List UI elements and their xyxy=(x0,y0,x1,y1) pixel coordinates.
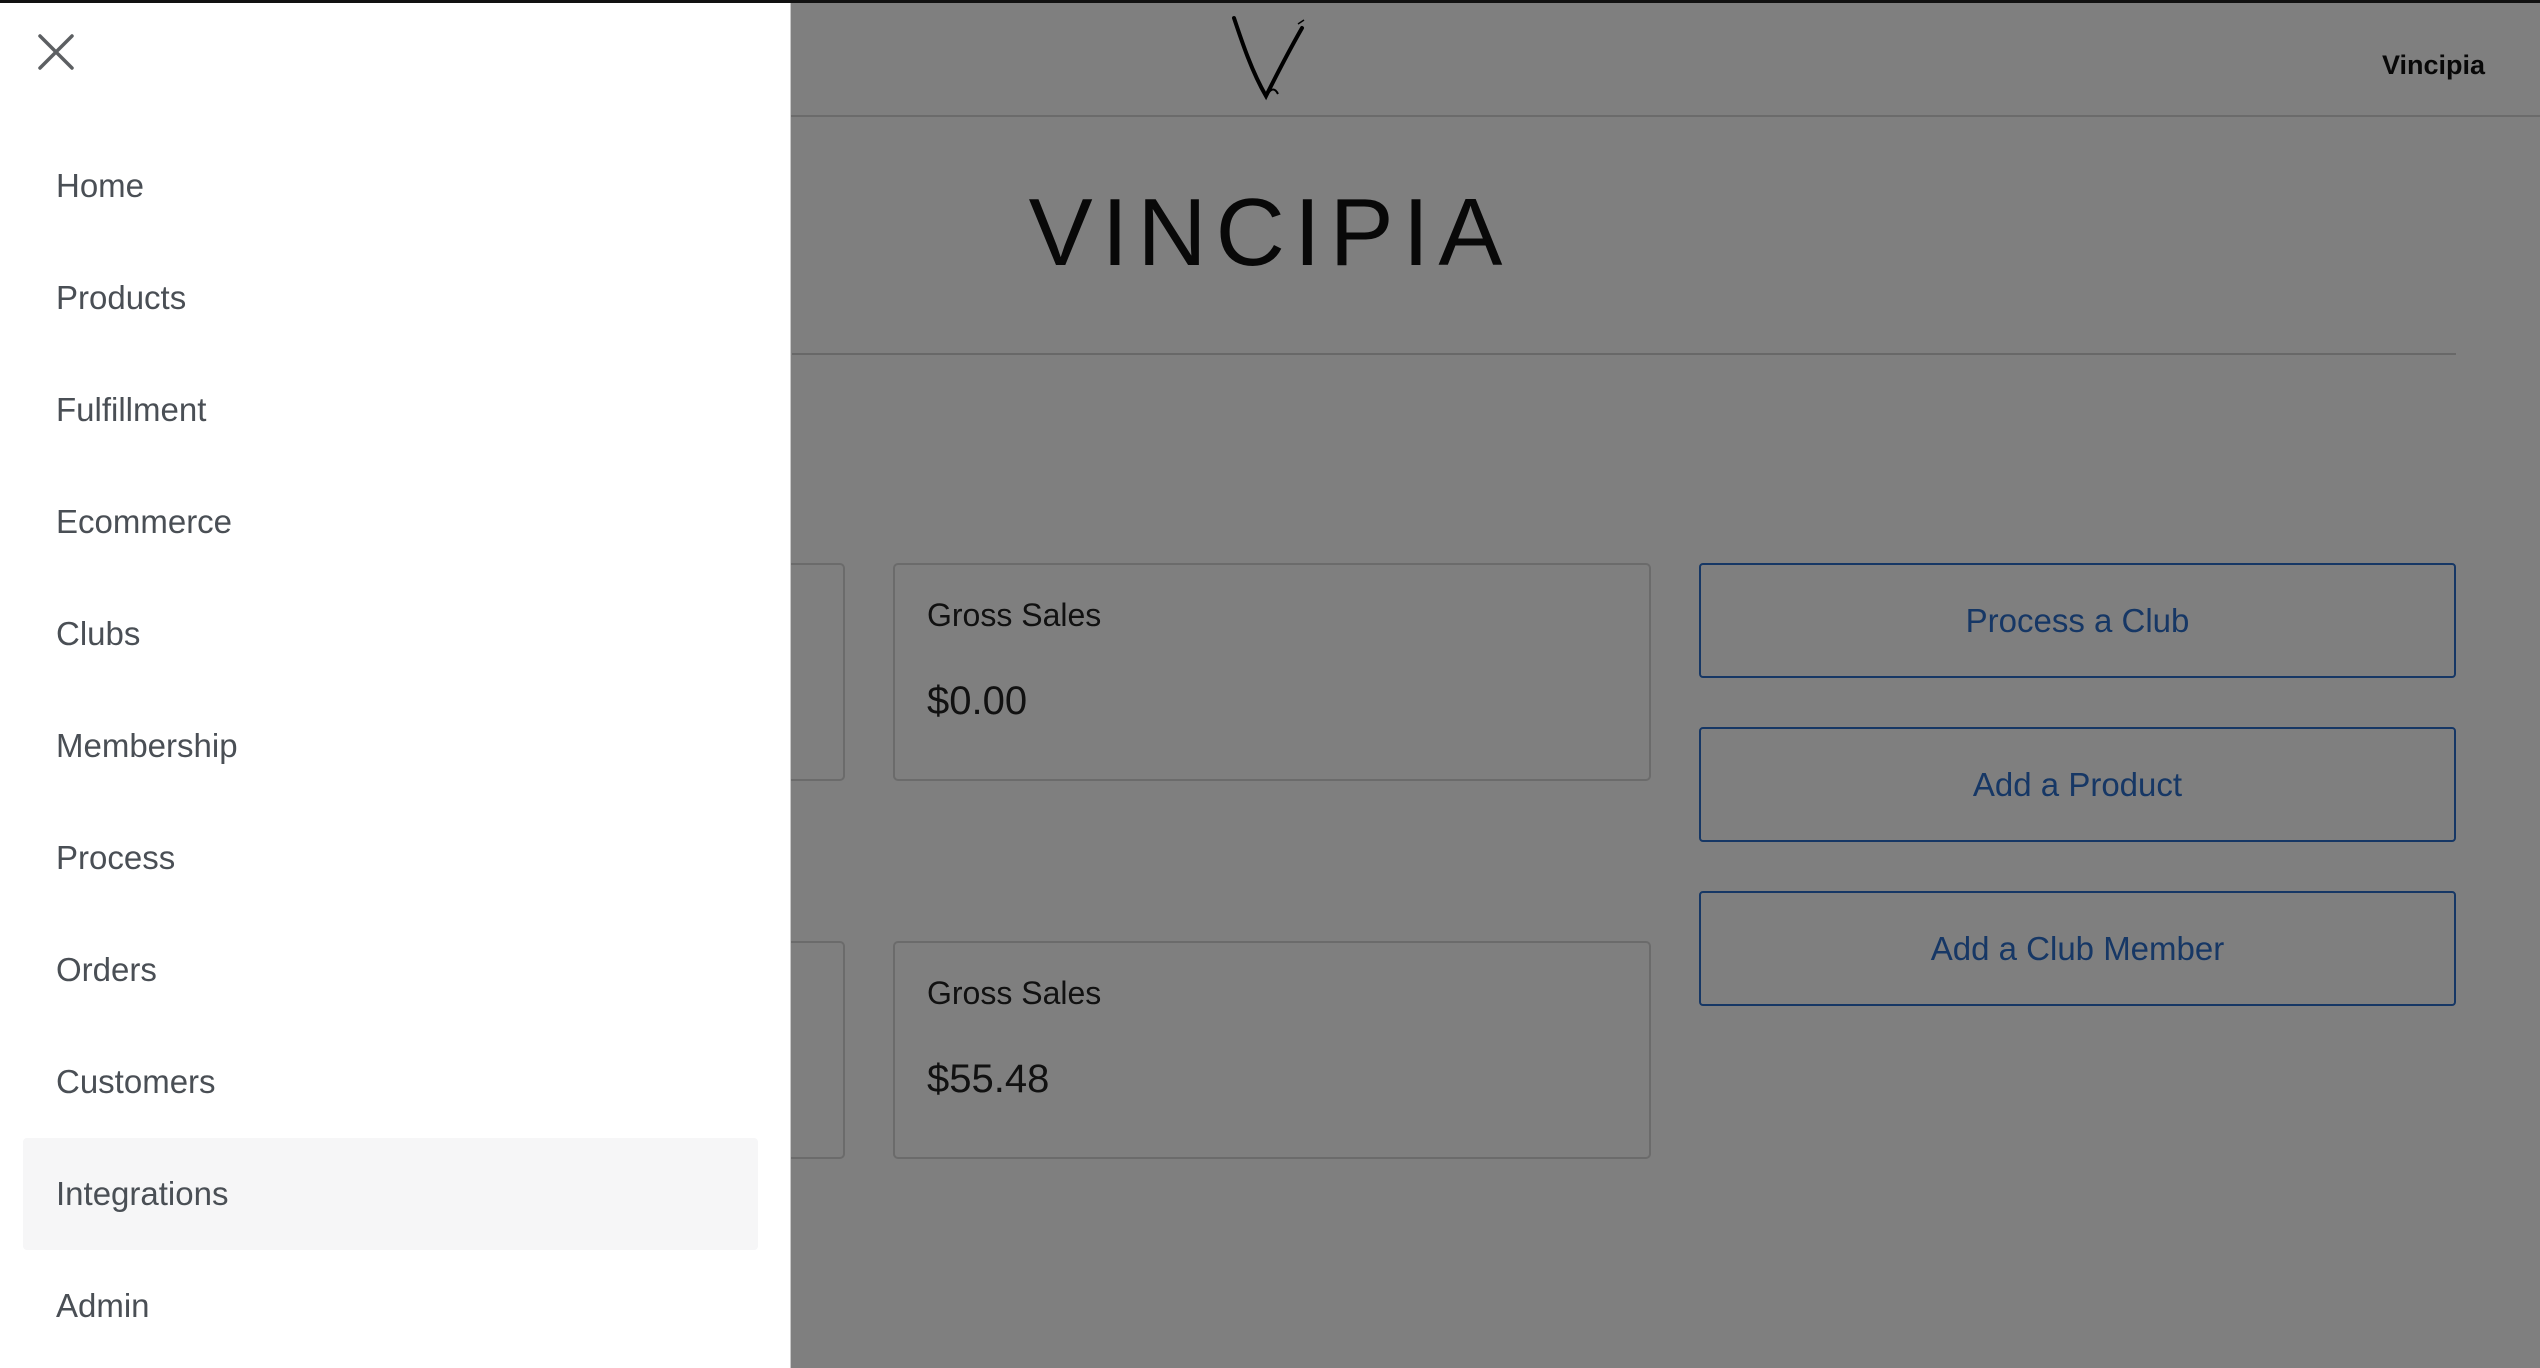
window-top-border xyxy=(0,0,2540,3)
nav-item-integrations[interactable]: Integrations xyxy=(23,1138,758,1250)
nav-item-clubs[interactable]: Clubs xyxy=(23,578,758,690)
close-icon[interactable] xyxy=(34,30,78,74)
navigation-drawer: Home Products Fulfillment Ecommerce Club… xyxy=(0,0,791,1368)
nav-item-membership[interactable]: Membership xyxy=(23,690,758,802)
nav-item-products[interactable]: Products xyxy=(23,242,758,354)
nav-list: Home Products Fulfillment Ecommerce Club… xyxy=(23,130,758,1362)
nav-item-customers[interactable]: Customers xyxy=(23,1026,758,1138)
nav-item-home[interactable]: Home xyxy=(23,130,758,242)
nav-item-process[interactable]: Process xyxy=(23,802,758,914)
nav-item-admin[interactable]: Admin xyxy=(23,1250,758,1362)
nav-item-ecommerce[interactable]: Ecommerce xyxy=(23,466,758,578)
nav-item-fulfillment[interactable]: Fulfillment xyxy=(23,354,758,466)
nav-item-orders[interactable]: Orders xyxy=(23,914,758,1026)
